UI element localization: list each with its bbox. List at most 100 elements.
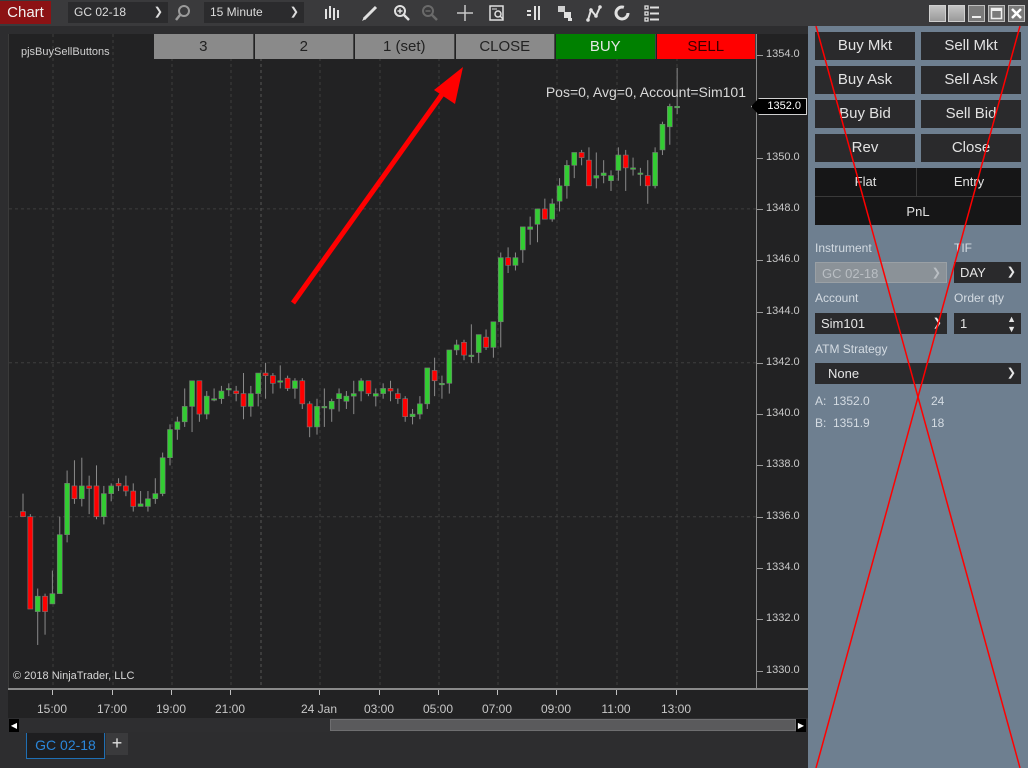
- strategy-button-sell[interactable]: SELL: [656, 34, 756, 59]
- time-tick-label: 05:00: [422, 702, 454, 716]
- candle-body-up: [475, 334, 482, 353]
- properties-icon[interactable]: [642, 3, 662, 23]
- candle: [336, 388, 342, 412]
- instrument-select[interactable]: GC 02-18 ❯: [815, 262, 947, 283]
- candle: [424, 367, 431, 409]
- attach-order-icon[interactable]: [555, 3, 575, 23]
- account-select[interactable]: Sim101 ❯: [815, 313, 947, 334]
- order-qty-value: 1: [960, 316, 968, 331]
- search-icon[interactable]: [173, 3, 193, 23]
- strategies-icon[interactable]: [584, 3, 604, 23]
- candle: [600, 160, 607, 184]
- candle-body-up: [417, 403, 423, 415]
- candle: [622, 149, 629, 191]
- time-tick-label: 15:00: [36, 702, 68, 716]
- candle: [328, 398, 335, 422]
- scroll-thumb[interactable]: [330, 719, 796, 731]
- strategy-button-buy[interactable]: BUY: [556, 34, 656, 59]
- strategy-button-3[interactable]: 3: [154, 34, 254, 59]
- candle: [79, 457, 85, 507]
- tif-select[interactable]: DAY ❯: [954, 262, 1021, 283]
- spinner-icon[interactable]: ▲ ▼: [1007, 314, 1016, 334]
- ask-price: 1352.0: [833, 394, 870, 408]
- candle-body-up: [593, 175, 600, 179]
- scroll-right-icon[interactable]: ▶: [796, 719, 806, 732]
- strategy-button-1-set[interactable]: 1 (set): [355, 34, 455, 59]
- maximize-button[interactable]: [988, 5, 1005, 22]
- candle-body-up: [372, 393, 379, 397]
- price-tick-label: 1346.0: [766, 253, 800, 266]
- candle: [262, 362, 269, 399]
- zoom-in-icon[interactable]: [392, 3, 412, 23]
- reverse-button[interactable]: Rev: [815, 134, 915, 162]
- price-tick: [757, 55, 763, 56]
- price-axis[interactable]: 1354.0 1350.0 1348.0 1346.0 1344.0 1342.0 1340…: [751, 34, 808, 688]
- chart-menu-button[interactable]: Chart: [0, 1, 51, 24]
- candle-body-up: [211, 398, 217, 401]
- order-qty-input[interactable]: 1 ▲ ▼: [954, 313, 1021, 334]
- minimize-icon: [972, 16, 981, 18]
- candle-body-up: [189, 380, 195, 407]
- candle: [365, 380, 372, 397]
- candle: [343, 391, 350, 409]
- instrument-select-value: GC 02-18: [822, 266, 879, 281]
- price-tick: [757, 414, 763, 416]
- buy-bid-button[interactable]: Buy Bid: [815, 100, 915, 128]
- atm-strategy-select[interactable]: None ❯: [815, 363, 1021, 384]
- horizontal-scrollbar[interactable]: ◀ ▶: [8, 718, 808, 732]
- candle: [277, 365, 284, 389]
- price-tick-label: 1332.0: [766, 612, 800, 625]
- close-position-button[interactable]: Close: [921, 134, 1021, 162]
- chart-trader-icon[interactable]: [524, 3, 544, 23]
- sell-market-button[interactable]: Sell Mkt: [921, 32, 1021, 60]
- bar-type-icon[interactable]: [322, 3, 342, 23]
- candle: [314, 398, 320, 435]
- time-axis[interactable]: 15:00 17:00 19:00 21:00 24 Jan 03:00 05:00 07:0…: [8, 688, 808, 718]
- data-box-icon[interactable]: [487, 3, 507, 23]
- candle-body-up: [453, 344, 460, 351]
- candle: [652, 147, 658, 189]
- candle: [181, 388, 188, 427]
- price-tick: [757, 260, 763, 262]
- candle-body-up: [336, 393, 342, 400]
- candle: [255, 372, 261, 407]
- zoom-out-icon[interactable]: [420, 3, 440, 23]
- chevron-down-icon: ❯: [1006, 266, 1016, 278]
- candle-body-up: [181, 406, 188, 423]
- strategy-button-close[interactable]: CLOSE: [455, 34, 555, 59]
- interval-selector[interactable]: 15 Minute ❯: [204, 2, 304, 23]
- candle-body-up: [600, 172, 607, 176]
- candle: [145, 491, 151, 512]
- candle: [542, 198, 548, 220]
- close-window-button[interactable]: [1008, 5, 1025, 22]
- bid-label: B:: [815, 416, 827, 430]
- strategy-button-2[interactable]: 2: [254, 34, 354, 59]
- crosshair-icon[interactable]: [455, 3, 475, 23]
- tab-gc-02-18[interactable]: GC 02-18: [26, 733, 105, 759]
- buy-market-button[interactable]: Buy Mkt: [815, 32, 915, 60]
- candle-body-up: [615, 154, 622, 171]
- link-icon[interactable]: [929, 5, 946, 22]
- scroll-left-icon[interactable]: ◀: [9, 719, 19, 732]
- candle-body-down: [27, 516, 34, 610]
- candle: [483, 329, 489, 350]
- candle-body-down: [86, 485, 92, 489]
- add-tab-button[interactable]: +: [106, 733, 128, 755]
- reload-icon[interactable]: [612, 3, 632, 23]
- candle-body-down: [306, 403, 313, 428]
- indicator-label: pjsBuySellButtons: [21, 46, 110, 58]
- price-plot[interactable]: pjsBuySellButtons 321 (set) CLOSE BUY SELL …: [8, 34, 757, 688]
- sell-ask-button[interactable]: Sell Ask: [921, 66, 1021, 94]
- price-tick-label: 1344.0: [766, 304, 800, 317]
- pencil-icon[interactable]: [360, 3, 380, 23]
- buy-ask-button[interactable]: Buy Ask: [815, 66, 915, 94]
- candle: [453, 339, 460, 356]
- close-icon: [1011, 8, 1022, 19]
- candle-body-up: [292, 380, 298, 389]
- chart-tabs: GC 02-18 +: [0, 732, 808, 768]
- instrument-selector[interactable]: GC 02-18 ❯: [68, 2, 168, 23]
- minimize-button[interactable]: [968, 5, 985, 22]
- instrument-link-icon[interactable]: [948, 5, 965, 22]
- candle: [56, 516, 63, 594]
- sell-bid-button[interactable]: Sell Bid: [921, 100, 1021, 128]
